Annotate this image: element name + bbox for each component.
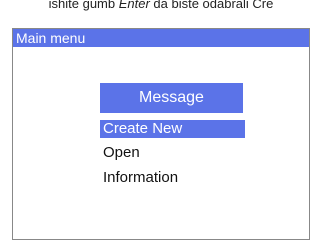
device-screen: Main menu Message Create New Open Inform…: [12, 28, 310, 240]
manual-page: ishite gumb Enter da biste odabrali Cre …: [0, 0, 322, 242]
instruction-prefix: ishite gumb: [48, 0, 119, 11]
menu-item-information[interactable]: Information: [100, 168, 245, 188]
menu-list: Create New Open Information: [100, 120, 245, 193]
menu-item-open[interactable]: Open: [100, 143, 245, 163]
menu-item-create-new[interactable]: Create New: [100, 120, 245, 138]
instruction-suffix: da biste odabrali Cre: [149, 0, 274, 11]
message-heading: Message: [100, 83, 243, 113]
instruction-key: Enter: [118, 0, 150, 11]
title-bar: Main menu: [13, 29, 309, 47]
instruction-text: ishite gumb Enter da biste odabrali Cre: [0, 0, 322, 12]
